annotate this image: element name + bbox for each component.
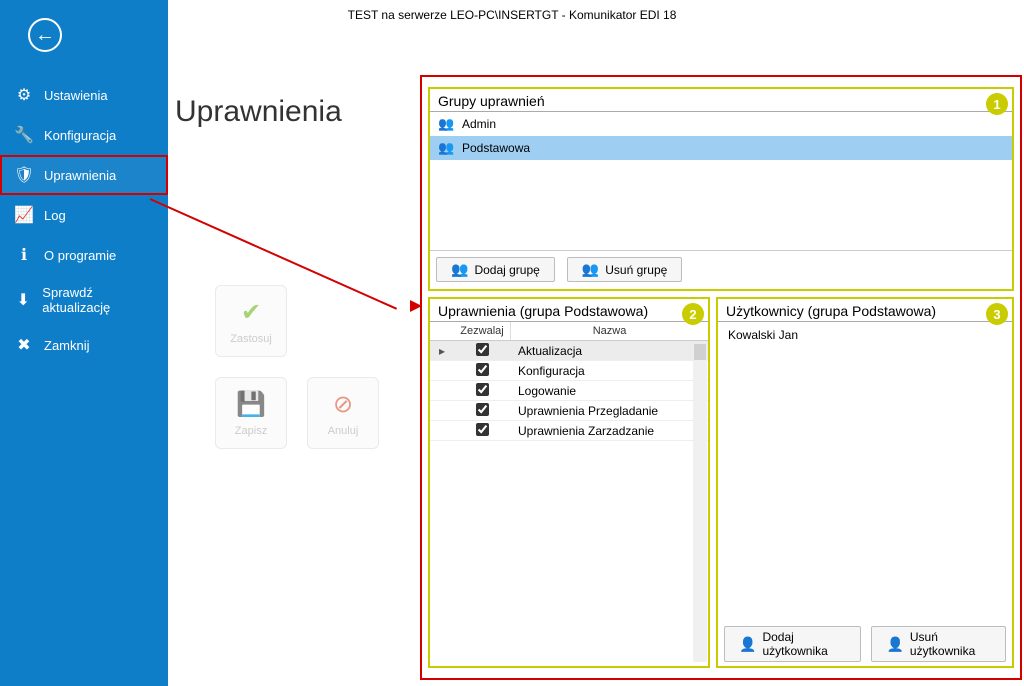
sidebar-icon: ✖ — [14, 335, 34, 355]
sidebar-item-label: Zamknij — [44, 338, 90, 353]
permissions-body: ▸ Aktualizacja Konfiguracja Logowanie Uprawn… — [430, 341, 708, 441]
sidebar-item-label: Ustawienia — [44, 88, 108, 103]
badge-1: 1 — [986, 93, 1008, 115]
add-user-icon: 👤 — [739, 636, 756, 653]
col-name: Nazwa — [510, 322, 708, 340]
actions-column: ✔ Zastosuj 💾 Zapisz ⊘ Anuluj — [215, 285, 379, 449]
users-panel: 3 Użytkownicy (grupa Podstawowa) Kowalsk… — [716, 297, 1014, 668]
users-list: Kowalski Jan — [718, 322, 1012, 348]
allow-checkbox[interactable] — [476, 403, 489, 416]
groups-panel-title: Grupy uprawnień — [430, 89, 1012, 112]
group-icon: 👥 — [438, 116, 454, 132]
delete-group-label: Usuń grupę — [605, 263, 667, 277]
allow-checkbox[interactable] — [476, 423, 489, 436]
permissions-panel-title: Uprawnienia (grupa Podstawowa) — [430, 299, 708, 322]
permissions-panel: 2 Uprawnienia (grupa Podstawowa) Zezwala… — [428, 297, 710, 668]
groups-list: 👥 Admin 👥 Podstawowa — [430, 112, 1012, 250]
sidebar-item-label: Konfiguracja — [44, 128, 116, 143]
sidebar-icon: ⬇ — [14, 290, 32, 310]
groups-panel: 1 Grupy uprawnień 👥 Admin 👥 Podstawowa 👥 Do… — [428, 87, 1014, 291]
permissions-header: Zezwalaj Nazwa — [430, 322, 708, 341]
back-arrow-icon: ← — [35, 25, 55, 45]
work-area: 1 Grupy uprawnień 👥 Admin 👥 Podstawowa 👥 Do… — [420, 75, 1022, 680]
group-icon: 👥 — [438, 140, 454, 156]
sidebar-icon: ⚙ — [14, 85, 34, 105]
sidebar-icon: 🔧 — [14, 125, 34, 145]
sidebar-item-ustawienia[interactable]: ⚙ Ustawienia — [0, 75, 168, 115]
sidebar-item-zamknij[interactable]: ✖ Zamknij — [0, 325, 168, 365]
group-row[interactable]: 👥 Admin — [430, 112, 1012, 136]
page-title: Uprawnienia — [175, 95, 342, 129]
group-name: Admin — [462, 117, 496, 131]
col-allow: Zezwalaj — [454, 322, 510, 340]
badge-3: 3 — [986, 303, 1008, 325]
delete-group-button[interactable]: 👥 Usuń grupę — [567, 257, 682, 282]
permission-row[interactable]: Konfiguracja — [430, 361, 708, 381]
badge-2: 2 — [682, 303, 704, 325]
sidebar-item-label: Log — [44, 208, 66, 223]
sidebar-item-label: Sprawdź aktualizację — [42, 285, 154, 315]
apply-label: Zastosuj — [230, 333, 272, 345]
sidebar: ← ⚙ Ustawienia 🔧 Konfiguracja 🛡 Uprawnienia 📈 L… — [0, 0, 168, 686]
cancel-icon: ⊘ — [333, 390, 353, 419]
delete-user-button[interactable]: 👤 Usuń użytkownika — [871, 626, 1006, 662]
group-row[interactable]: 👥 Podstawowa — [430, 136, 1012, 160]
sidebar-item-log[interactable]: 📈 Log — [0, 195, 168, 235]
delete-user-label: Usuń użytkownika — [910, 630, 991, 658]
scrollbar-thumb[interactable] — [694, 344, 706, 360]
sidebar-icon: 🛡 — [14, 165, 34, 185]
permission-name: Logowanie — [510, 384, 708, 398]
group-name: Podstawowa — [462, 141, 530, 155]
allow-checkbox[interactable] — [476, 343, 489, 356]
add-group-icon: 👥 — [451, 261, 468, 278]
permission-row[interactable]: Uprawnienia Przegladanie — [430, 401, 708, 421]
apply-button[interactable]: ✔ Zastosuj — [215, 285, 287, 357]
sidebar-item-uprawnienia[interactable]: 🛡 Uprawnienia — [0, 155, 168, 195]
save-icon: 💾 — [236, 390, 266, 419]
add-user-button[interactable]: 👤 Dodaj użytkownika — [724, 626, 861, 662]
save-label: Zapisz — [235, 425, 267, 437]
allow-checkbox[interactable] — [476, 363, 489, 376]
check-icon: ✔ — [241, 298, 261, 327]
add-group-button[interactable]: 👥 Dodaj grupę — [436, 257, 555, 282]
add-group-label: Dodaj grupę — [474, 263, 539, 277]
delete-user-icon: 👤 — [886, 636, 903, 653]
cancel-label: Anuluj — [328, 425, 359, 437]
permission-row[interactable]: Uprawnienia Zarzadzanie — [430, 421, 708, 441]
users-panel-title: Użytkownicy (grupa Podstawowa) — [718, 299, 1012, 322]
back-button[interactable]: ← — [28, 18, 62, 52]
permission-name: Uprawnienia Przegladanie — [510, 404, 708, 418]
sidebar-icon: 📈 — [14, 205, 34, 225]
sidebar-item-label: O programie — [44, 248, 116, 263]
sidebar-icon: ℹ — [14, 245, 34, 265]
sidebar-item-label: Uprawnienia — [44, 168, 116, 183]
row-indicator: ▸ — [430, 344, 454, 358]
user-row[interactable]: Kowalski Jan — [728, 328, 1002, 342]
permission-row[interactable]: Logowanie — [430, 381, 708, 401]
permissions-scrollbar[interactable] — [693, 344, 707, 662]
permission-row[interactable]: ▸ Aktualizacja — [430, 341, 708, 361]
sidebar-item-sprawd-aktualizacj-[interactable]: ⬇ Sprawdź aktualizację — [0, 275, 168, 325]
sidebar-item-konfiguracja[interactable]: 🔧 Konfiguracja — [0, 115, 168, 155]
permission-name: Konfiguracja — [510, 364, 708, 378]
delete-group-icon: 👥 — [582, 261, 599, 278]
sidebar-item-o-programie[interactable]: ℹ O programie — [0, 235, 168, 275]
add-user-label: Dodaj użytkownika — [762, 630, 846, 658]
permission-name: Uprawnienia Zarzadzanie — [510, 424, 708, 438]
permission-name: Aktualizacja — [510, 344, 708, 358]
save-button[interactable]: 💾 Zapisz — [215, 377, 287, 449]
cancel-button[interactable]: ⊘ Anuluj — [307, 377, 379, 449]
allow-checkbox[interactable] — [476, 383, 489, 396]
